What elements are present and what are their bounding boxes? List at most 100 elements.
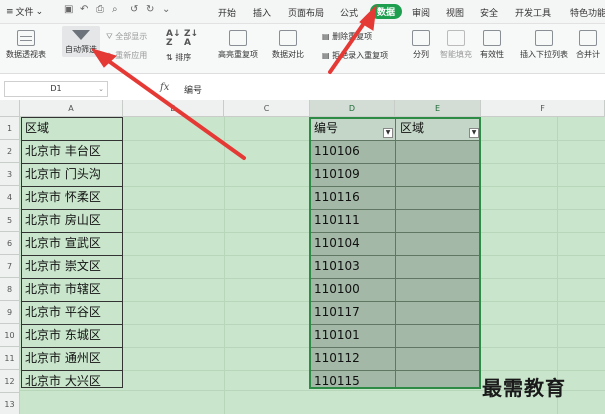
reapply-button[interactable]: ⟳ 重新应用 (106, 50, 147, 61)
print-icon[interactable]: ⎙ (96, 4, 104, 15)
formula-input[interactable]: 编号 (184, 83, 202, 96)
data-compare-button[interactable]: 数据对比 (272, 30, 304, 60)
tab-page-layout[interactable]: 页面布局 (288, 6, 324, 19)
cell-a4[interactable]: 北京市 怀柔区 (22, 186, 101, 209)
cell-d11[interactable]: 110112 (311, 347, 360, 370)
validity-icon (483, 30, 501, 46)
column-header-c[interactable]: C (224, 100, 310, 117)
cell-d2[interactable]: 110106 (311, 140, 360, 163)
cell-a10[interactable]: 北京市 东城区 (22, 324, 101, 347)
cell-a1[interactable]: 区域 (22, 117, 49, 140)
cell-d4[interactable]: 110116 (311, 186, 360, 209)
tab-formulas[interactable]: 公式 (340, 6, 358, 19)
tab-developer[interactable]: 开发工具 (515, 6, 551, 19)
cell-d7[interactable]: 110103 (311, 255, 360, 278)
highlight-duplicates-button[interactable]: 高亮重复项 (218, 30, 258, 60)
sort-button[interactable]: ⇅ 排序 (166, 52, 191, 63)
print-preview-icon[interactable]: ⌕ (112, 4, 118, 15)
filter-dropdown-e-icon[interactable]: ▼ (469, 128, 479, 138)
save-icon[interactable]: ▣ (64, 4, 73, 15)
row-header[interactable]: 2 (0, 140, 20, 163)
pivot-table-icon (17, 30, 35, 46)
validity-button[interactable]: 有效性 (480, 30, 504, 60)
highlight-duplicates-label: 高亮重复项 (218, 50, 258, 59)
row-header[interactable]: 9 (0, 301, 20, 324)
row-header[interactable]: 12 (0, 370, 20, 393)
column-header-b[interactable]: B (123, 100, 224, 117)
hamburger-icon: ≡ (6, 6, 14, 17)
cell-a8[interactable]: 北京市 市辖区 (22, 278, 101, 301)
row-header[interactable]: 13 (0, 393, 20, 414)
cell-a6[interactable]: 北京市 宣武区 (22, 232, 101, 255)
column-header-e[interactable]: E (395, 100, 481, 117)
pivot-table-button[interactable]: 数据透视表 (6, 30, 46, 60)
cell-a5[interactable]: 北京市 房山区 (22, 209, 101, 232)
tab-view[interactable]: 视图 (446, 6, 464, 19)
merge-calc-button[interactable]: 合并计 (576, 30, 600, 60)
cell-d12[interactable]: 110115 (311, 370, 360, 393)
reject-duplicates-icon: ▤ (322, 51, 330, 60)
merge-calc-icon (579, 30, 597, 46)
select-all-corner[interactable] (0, 100, 20, 117)
cell-a12[interactable]: 北京市 大兴区 (22, 370, 101, 393)
cell-d5[interactable]: 110111 (311, 209, 360, 232)
cell-d8[interactable]: 110100 (311, 278, 360, 301)
row-header[interactable]: 5 (0, 209, 20, 232)
tab-review[interactable]: 审阅 (412, 6, 430, 19)
sort-descending-icon[interactable]: Z↓ A (184, 30, 198, 48)
cell-d10[interactable]: 110101 (311, 324, 360, 347)
column-header-a[interactable]: A (20, 100, 123, 117)
remove-duplicates-button[interactable]: ▤ 删除重复项 (322, 31, 372, 42)
tab-security[interactable]: 安全 (480, 6, 498, 19)
tab-data[interactable]: 数据 (370, 4, 403, 19)
cell-e1[interactable]: 区域 (397, 117, 424, 140)
undo-history-icon[interactable]: ↶ (80, 4, 88, 15)
row-header[interactable]: 6 (0, 232, 20, 255)
cell-d9[interactable]: 110117 (311, 301, 360, 324)
watermark-logo: 最需教育 (482, 376, 566, 400)
row-header[interactable]: 3 (0, 163, 20, 186)
cell-d1[interactable]: 编号 (311, 117, 338, 140)
undo-icon[interactable]: ↺ (130, 4, 138, 15)
split-column-button[interactable]: 分列 (412, 30, 430, 60)
formula-bar: D1 ⌄ fx 编号 (0, 80, 605, 99)
data-compare-label: 数据对比 (272, 50, 304, 59)
name-box[interactable]: D1 ⌄ (4, 81, 108, 97)
tab-special-features[interactable]: 特色功能 (570, 6, 605, 19)
spreadsheet-grid[interactable]: A B C D E F 1 2 3 4 5 6 7 8 9 10 11 12 1… (0, 100, 605, 414)
insert-dropdown-button[interactable]: 插入下拉列表 (520, 30, 568, 60)
chevron-down-icon[interactable]: ⌄ (98, 82, 104, 96)
customize-icon[interactable]: ⌄ (162, 4, 170, 15)
cell-d3[interactable]: 110109 (311, 163, 360, 186)
row-header[interactable]: 1 (0, 117, 20, 140)
row-header[interactable]: 11 (0, 347, 20, 370)
row-header[interactable]: 7 (0, 255, 20, 278)
autofilter-button[interactable]: 自动筛选 (62, 26, 100, 57)
cell-d6[interactable]: 110104 (311, 232, 360, 255)
row-header[interactable]: 10 (0, 324, 20, 347)
cell-a2[interactable]: 北京市 丰台区 (22, 140, 101, 163)
reject-duplicates-button[interactable]: ▤ 拒绝录入重复项 (322, 50, 388, 61)
show-all-button[interactable]: ⛛ 全部显示 (106, 31, 147, 42)
tab-insert[interactable]: 插入 (253, 6, 271, 19)
cell-a9[interactable]: 北京市 平谷区 (22, 301, 101, 324)
cell-a7[interactable]: 北京市 崇文区 (22, 255, 101, 278)
name-box-value: D1 (50, 84, 62, 93)
tab-home[interactable]: 开始 (218, 6, 236, 19)
sort-ascending-icon[interactable]: A↓ Z (166, 30, 181, 48)
remove-duplicates-icon: ▤ (322, 32, 330, 41)
cell-a3[interactable]: 北京市 门头沟 (22, 163, 101, 186)
filter-dropdown-d-icon[interactable]: ▼ (383, 128, 393, 138)
insert-dropdown-icon (535, 30, 553, 46)
file-menu[interactable]: ≡ 文件 ⌄ (6, 5, 43, 19)
show-all-icon: ⛛ (106, 32, 113, 41)
row-header[interactable]: 4 (0, 186, 20, 209)
row-header[interactable]: 8 (0, 278, 20, 301)
column-header-d[interactable]: D (310, 100, 395, 117)
column-header-f[interactable]: F (481, 100, 605, 117)
cell-a11[interactable]: 北京市 通州区 (22, 347, 101, 370)
smart-fill-button[interactable]: 智能填充 (440, 30, 472, 60)
redo-icon[interactable]: ↻ (146, 4, 154, 15)
reapply-icon: ⟳ (106, 51, 113, 60)
fx-icon[interactable]: fx (160, 82, 169, 93)
